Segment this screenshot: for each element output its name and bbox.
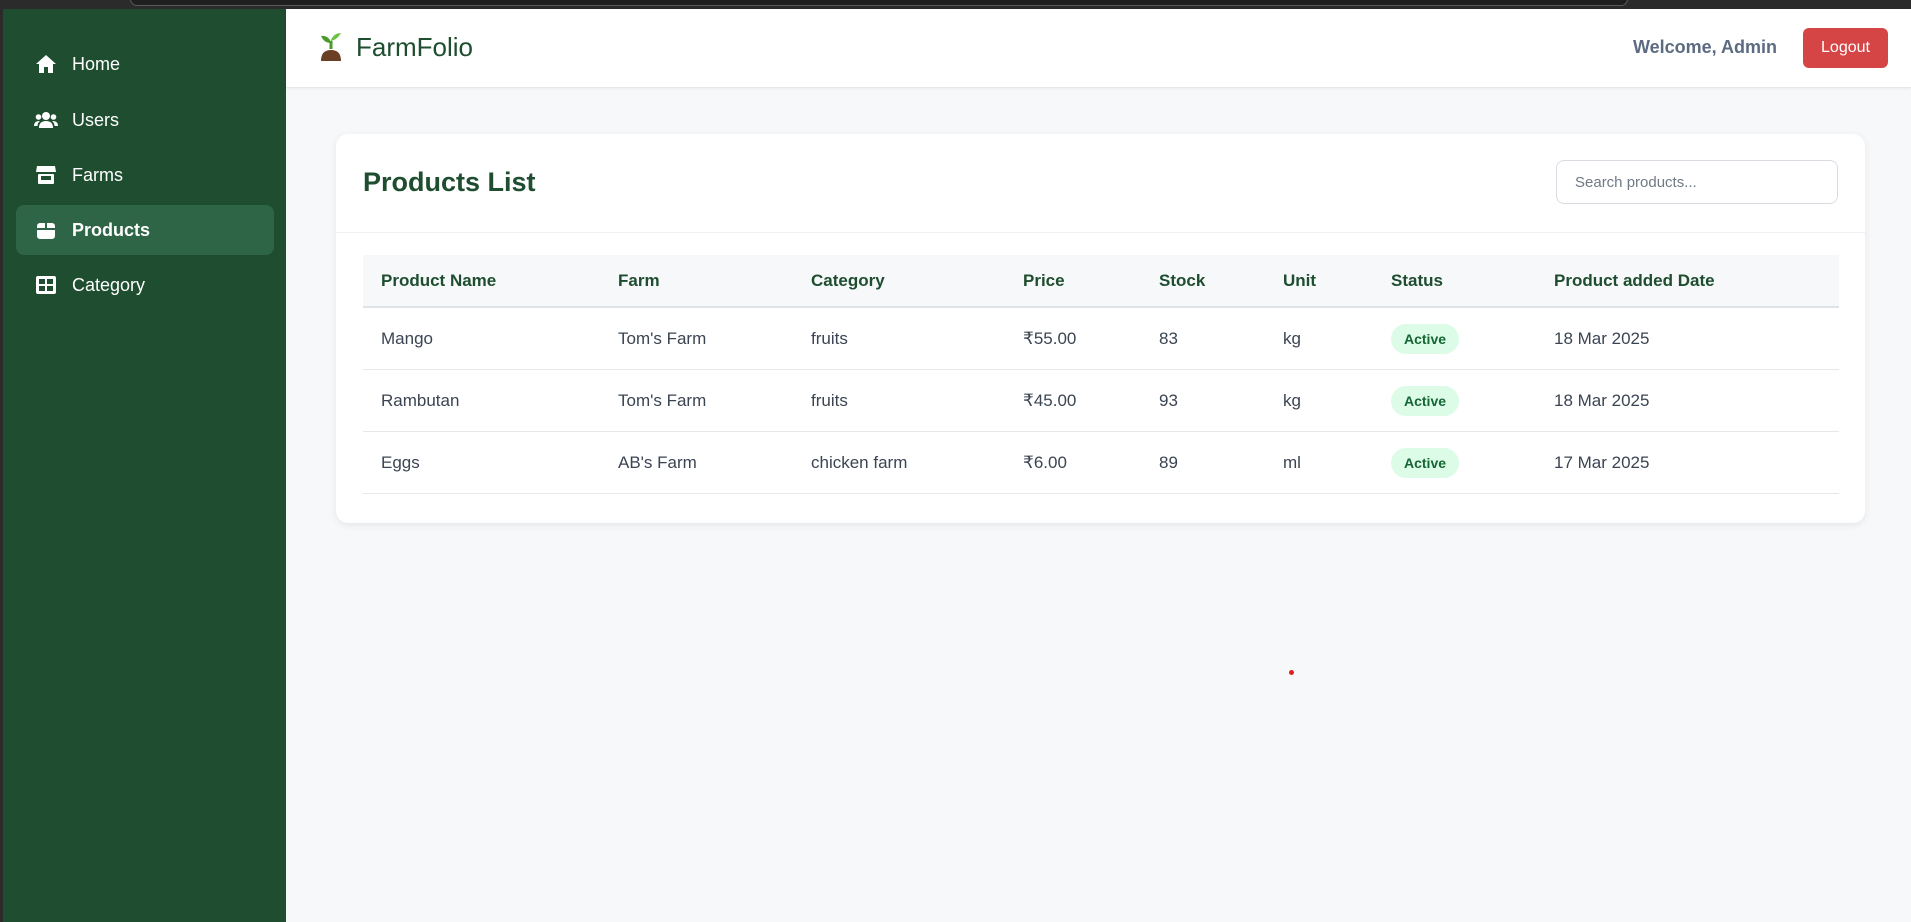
logout-button[interactable]: Logout: [1803, 28, 1888, 68]
table-header-row: Product Name Farm Category Price Stock U…: [363, 255, 1839, 308]
column-header[interactable]: Stock: [1141, 255, 1265, 308]
search-input[interactable]: [1556, 160, 1838, 204]
product-name-cell: Eggs: [363, 431, 600, 494]
products-table: Product Name Farm Category Price Stock U…: [363, 255, 1839, 494]
sidebar-item-label: Users: [72, 109, 120, 130]
table-row[interactable]: Eggs AB's Farm chicken farm ₹6.00 89 ml …: [363, 431, 1839, 494]
column-header[interactable]: Product added Date: [1536, 255, 1839, 308]
box-icon: [34, 218, 58, 242]
brand[interactable]: FarmFolio: [316, 31, 473, 63]
status-cell: Active: [1373, 369, 1536, 432]
unit-cell: kg: [1265, 369, 1373, 432]
welcome-text: Welcome, Admin: [1632, 37, 1777, 57]
browser-address-bar[interactable]: [130, 0, 1628, 6]
grid-icon: [34, 273, 58, 297]
sidebar-item-label: Products: [72, 219, 151, 240]
main-content: FarmFolio Welcome, Admin Logout Products…: [286, 9, 1911, 922]
app-window: Home Users Farms Products Category FarmF…: [0, 0, 1911, 922]
price-cell: ₹6.00: [1005, 431, 1141, 494]
sidebar-item-home[interactable]: Home: [16, 39, 274, 89]
column-header[interactable]: Category: [793, 255, 1005, 308]
sidebar-item-label: Farms: [72, 164, 123, 185]
status-badge: Active: [1391, 385, 1460, 416]
column-header[interactable]: Unit: [1265, 255, 1373, 308]
status-badge: Active: [1391, 447, 1460, 478]
farm-cell: Tom's Farm: [600, 307, 793, 370]
category-cell: fruits: [793, 369, 1005, 432]
browser-topbar: [0, 0, 1911, 9]
table-row[interactable]: Rambutan Tom's Farm fruits ₹45.00 93 kg …: [363, 369, 1839, 432]
cursor-dot: [1289, 670, 1294, 675]
product-name-cell: Mango: [363, 307, 600, 370]
sidebar-item-farms[interactable]: Farms: [16, 150, 274, 200]
sidebar-item-label: Home: [72, 53, 121, 74]
stock-cell: 93: [1141, 369, 1265, 432]
sidebar-item-category[interactable]: Category: [16, 260, 274, 310]
product-name-cell: Rambutan: [363, 369, 600, 432]
home-icon: [34, 52, 58, 76]
sidebar-item-users[interactable]: Users: [16, 95, 274, 145]
stock-cell: 89: [1141, 431, 1265, 494]
stock-cell: 83: [1141, 307, 1265, 370]
date-cell: 17 Mar 2025: [1536, 431, 1839, 494]
column-header[interactable]: Price: [1005, 255, 1141, 308]
sidebar-item-label: Category: [72, 274, 146, 295]
unit-cell: kg: [1265, 307, 1373, 370]
users-icon: [34, 108, 58, 132]
app-title: FarmFolio: [356, 31, 474, 62]
status-cell: Active: [1373, 307, 1536, 370]
category-cell: chicken farm: [793, 431, 1005, 494]
unit-cell: ml: [1265, 431, 1373, 494]
top-header: FarmFolio Welcome, Admin Logout: [286, 9, 1911, 88]
sidebar-item-products[interactable]: Products: [16, 205, 274, 255]
table-row[interactable]: Mango Tom's Farm fruits ₹55.00 83 kg Act…: [363, 307, 1839, 370]
status-badge: Active: [1391, 323, 1460, 354]
divider: [336, 232, 1865, 233]
column-header[interactable]: Product Name: [363, 255, 600, 308]
farm-cell: Tom's Farm: [600, 369, 793, 432]
page-title: Products List: [363, 167, 536, 197]
column-header[interactable]: Farm: [600, 255, 793, 308]
price-cell: ₹45.00: [1005, 369, 1141, 432]
price-cell: ₹55.00: [1005, 307, 1141, 370]
date-cell: 18 Mar 2025: [1536, 307, 1839, 370]
column-header[interactable]: Status: [1373, 255, 1536, 308]
seedling-icon: [316, 31, 346, 63]
farm-cell: AB's Farm: [600, 431, 793, 494]
store-icon: [34, 163, 58, 187]
status-cell: Active: [1373, 431, 1536, 494]
products-card: Products List Product Name Farm Category…: [336, 134, 1865, 523]
date-cell: 18 Mar 2025: [1536, 369, 1839, 432]
category-cell: fruits: [793, 307, 1005, 370]
sidebar: Home Users Farms Products Category: [3, 9, 286, 922]
